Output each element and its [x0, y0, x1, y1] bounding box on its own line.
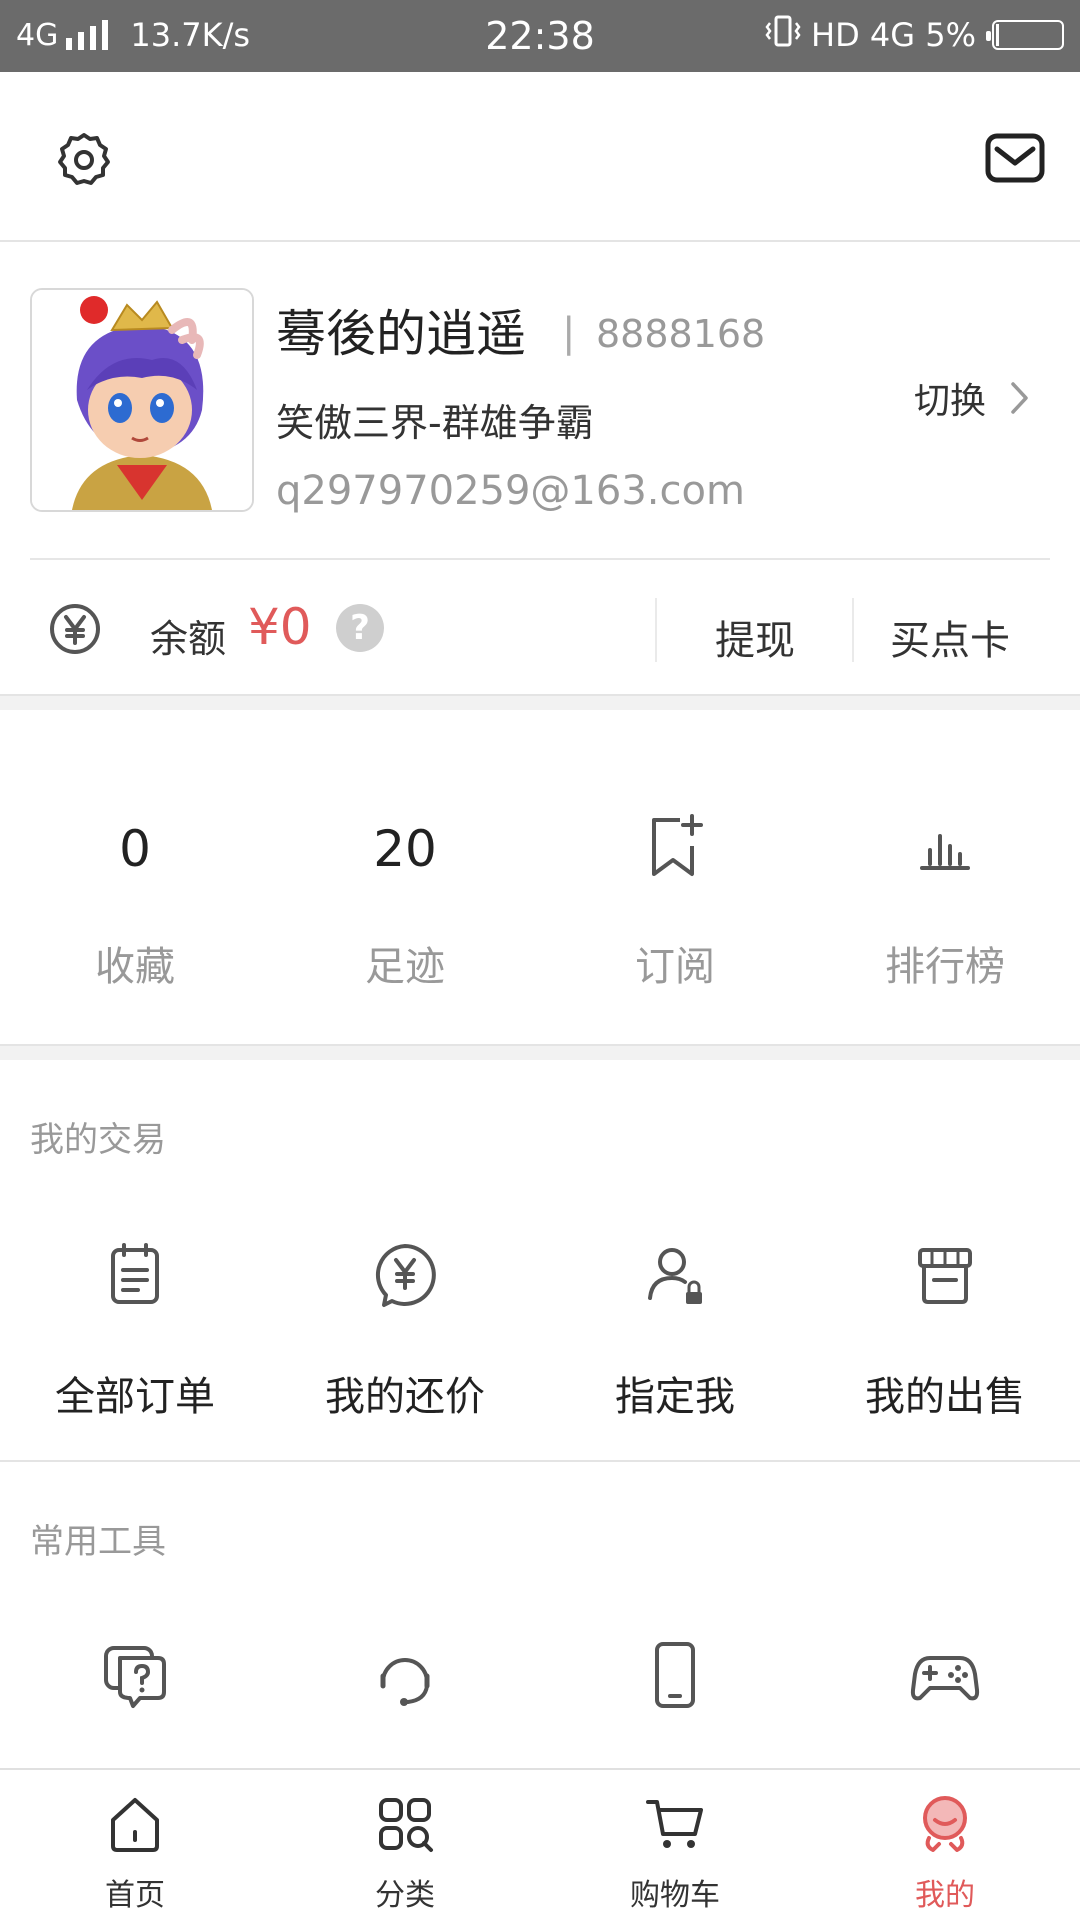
subscribe-label: 订阅 [635, 944, 715, 990]
status-right-text: HD 4G 5% [811, 16, 976, 54]
switch-account-button[interactable]: 切换 [914, 372, 1030, 424]
vibrate-icon [765, 14, 801, 56]
home-icon [111, 1798, 159, 1852]
user-lock-icon [648, 1248, 702, 1304]
name-separator: | [562, 310, 576, 356]
faq-button[interactable] [0, 1462, 270, 1768]
all-orders-button[interactable]: 全部订单 [0, 1060, 270, 1460]
nav-label: 首页 [105, 1878, 165, 1913]
nav-label: 购物车 [630, 1878, 720, 1913]
nav-cart[interactable]: 购物车 [540, 1770, 810, 1920]
my-offers-button[interactable]: 我的还价 [270, 1060, 540, 1460]
gamepad-icon [910, 1656, 980, 1701]
user-id: 8888168 [596, 312, 766, 356]
section-gap [0, 694, 1080, 710]
profile-card: 蓦後的逍遥 | 8888168 笑傲三界-群雄争霸 q297970259@163… [0, 244, 1080, 560]
trade-section: 我的交易 全部订单 我的还价 指定我 我的出售 [0, 1060, 1080, 1460]
switch-label: 切换 [913, 381, 986, 422]
assigned-to-me-button[interactable]: 指定我 [540, 1060, 810, 1460]
assigned-to-me-label: 指定我 [615, 1374, 735, 1420]
bar-chart-icon [920, 834, 970, 870]
my-sales-button[interactable]: 我的出售 [810, 1060, 1080, 1460]
battery-icon [986, 20, 1064, 50]
history-count: 20 [373, 820, 437, 878]
balance-label: 余额 [150, 617, 227, 661]
all-orders-label: 全部订单 [55, 1374, 215, 1420]
phone-icon [655, 1642, 695, 1708]
history-stat[interactable]: 20 足迹 [270, 712, 540, 1044]
divider [655, 598, 657, 662]
subscribe-stat[interactable]: 订阅 [540, 712, 810, 1044]
cart-icon [646, 1800, 703, 1848]
faq-icon [104, 1646, 166, 1708]
server-name: 笑傲三界-群雄争霸 [276, 401, 594, 445]
bottom-nav: 首页 分类 购物车 我的 [0, 1768, 1080, 1920]
ranking-stat[interactable]: 排行榜 [810, 712, 1080, 1044]
nav-label: 我的 [915, 1878, 975, 1913]
stats-row: 0 收藏 20 足迹 订阅 排行榜 [0, 712, 1080, 1044]
buy-card-button[interactable]: 买点卡 [890, 608, 1010, 666]
mobile-button[interactable] [540, 1462, 810, 1768]
messages-button[interactable] [980, 128, 1050, 188]
divider [852, 598, 854, 662]
profile-icon [923, 1796, 967, 1852]
settings-button[interactable] [50, 126, 118, 194]
history-label: 足迹 [365, 944, 445, 990]
gear-icon [58, 133, 110, 185]
order-list-icon [111, 1243, 159, 1304]
my-sales-label: 我的出售 [865, 1374, 1025, 1420]
avatar-image [32, 290, 252, 510]
mail-icon [985, 133, 1045, 183]
nav-profile[interactable]: 我的 [810, 1770, 1080, 1920]
chevron-right-icon [1011, 382, 1028, 414]
headset-icon [380, 1658, 430, 1706]
nav-home[interactable]: 首页 [0, 1770, 270, 1920]
balance-value: ¥0 [248, 598, 312, 656]
section-gap [0, 1044, 1080, 1060]
help-icon[interactable]: ? [336, 604, 384, 652]
favorites-stat[interactable]: 0 收藏 [0, 712, 270, 1044]
tools-section: 常用工具 [0, 1462, 1080, 1768]
yen-bubble-icon [375, 1244, 436, 1307]
ranking-label: 排行榜 [885, 944, 1005, 990]
balance-row: 余额 ¥0 ? 提现 买点卡 [30, 558, 1050, 694]
withdraw-button[interactable]: 提现 [715, 608, 795, 666]
nav-label: 分类 [375, 1878, 435, 1913]
status-right: HD 4G 5% [765, 14, 1064, 56]
games-button[interactable] [810, 1462, 1080, 1768]
favorites-label: 收藏 [95, 944, 175, 990]
status-bar: 4G 13.7K/s 22:38 HD 4G 5% [0, 0, 1080, 72]
store-icon [918, 1248, 972, 1304]
username: 蓦後的逍遥 [276, 305, 526, 363]
email: q297970259@163.com [276, 468, 745, 514]
yen-icon [50, 604, 100, 654]
favorites-count: 0 [119, 820, 151, 878]
my-offers-label: 我的还价 [325, 1374, 485, 1420]
nav-category[interactable]: 分类 [270, 1770, 540, 1920]
customer-service-button[interactable] [270, 1462, 540, 1768]
avatar[interactable] [30, 288, 254, 512]
category-icon [379, 1798, 433, 1852]
header [0, 72, 1080, 242]
bookmark-add-icon [652, 814, 703, 876]
